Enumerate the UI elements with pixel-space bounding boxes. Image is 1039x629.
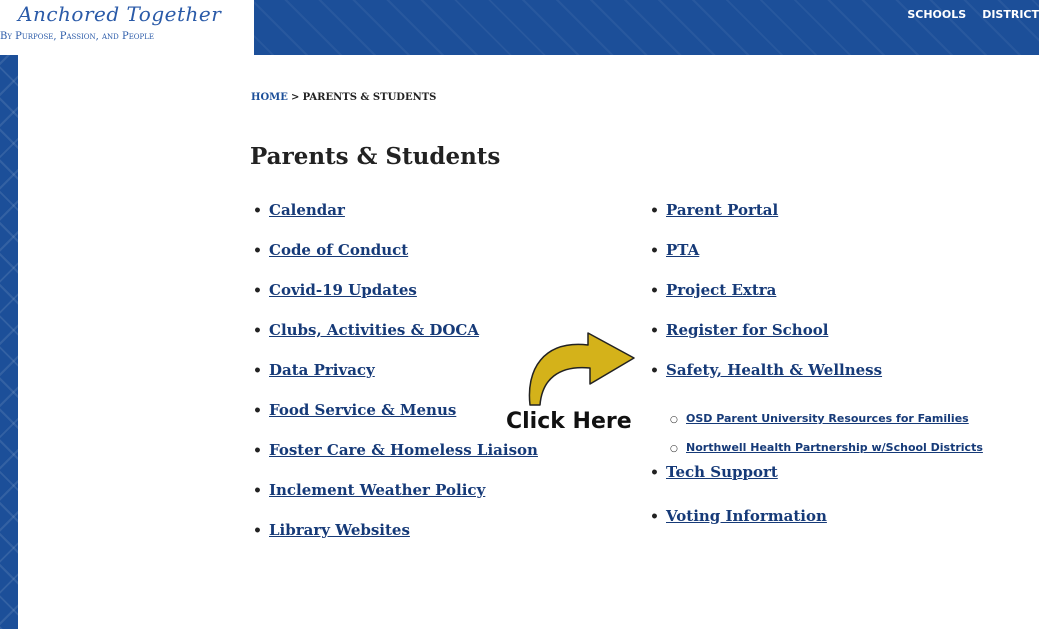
list-item: • Food Service & Menus — [253, 401, 457, 419]
link-covid-updates[interactable]: Covid-19 Updates — [269, 281, 417, 299]
link-osd-parent-university[interactable]: OSD Parent University Resources for Fami… — [686, 412, 969, 425]
logo-tagline: By Purpose, Passion, and People — [0, 31, 155, 42]
top-nav: SCHOOLS DISTRICT — [907, 8, 1039, 21]
link-code-of-conduct[interactable]: Code of Conduct — [269, 241, 408, 259]
nav-schools[interactable]: SCHOOLS — [907, 8, 966, 21]
link-voting-information[interactable]: Voting Information — [666, 507, 827, 525]
list-item: • Clubs, Activities & DOCA — [253, 321, 479, 339]
list-item: • Tech Support — [650, 463, 778, 481]
breadcrumb-separator: > — [291, 92, 300, 103]
list-item: • Covid-19 Updates — [253, 281, 417, 299]
sublist-item: ○ OSD Parent University Resources for Fam… — [670, 412, 969, 425]
link-tech-support[interactable]: Tech Support — [666, 463, 778, 481]
link-inclement-weather[interactable]: Inclement Weather Policy — [269, 481, 485, 499]
list-item: • Library Websites — [253, 521, 410, 539]
list-item: • Project Extra — [650, 281, 777, 299]
breadcrumb-home-link[interactable]: HOME — [251, 92, 288, 103]
main-content: HOME > PARENTS & STUDENTS Parents & Stud… — [18, 55, 1039, 629]
list-item: • Calendar — [253, 201, 345, 219]
link-northwell-health[interactable]: Northwell Health Partnership w/School Di… — [686, 441, 983, 454]
site-header: Anchored Together By Purpose, Passion, a… — [0, 0, 1039, 55]
list-item: • Parent Portal — [650, 201, 779, 219]
link-food-service[interactable]: Food Service & Menus — [269, 401, 456, 419]
site-logo[interactable]: Anchored Together By Purpose, Passion, a… — [0, 0, 254, 55]
link-library-websites[interactable]: Library Websites — [269, 521, 410, 539]
link-calendar[interactable]: Calendar — [269, 201, 345, 219]
breadcrumb-current: PARENTS & STUDENTS — [302, 92, 437, 103]
list-item: • Inclement Weather Policy — [253, 481, 486, 499]
arrow-shape — [528, 332, 635, 406]
logo-title: Anchored Together — [18, 2, 222, 26]
link-pta[interactable]: PTA — [666, 241, 699, 259]
page-title: Parents & Students — [250, 143, 501, 170]
list-item: • Code of Conduct — [253, 241, 409, 259]
list-item: • Data Privacy — [253, 361, 375, 379]
breadcrumb: HOME > PARENTS & STUDENTS — [251, 92, 436, 103]
list-item: • Safety, Health & Wellness — [650, 361, 883, 379]
link-clubs-activities[interactable]: Clubs, Activities & DOCA — [269, 321, 479, 339]
list-item: • Register for School — [650, 321, 829, 339]
list-item: • Foster Care & Homeless Liaison — [253, 441, 538, 459]
link-parent-portal[interactable]: Parent Portal — [666, 201, 778, 219]
list-item: • Voting Information — [650, 507, 827, 525]
click-here-label: Click Here — [506, 409, 632, 434]
link-register-for-school[interactable]: Register for School — [666, 321, 828, 339]
sublist-item: ○ Northwell Health Partnership w/School D… — [670, 441, 983, 454]
left-decorative-strip — [0, 0, 18, 629]
nav-district[interactable]: DISTRICT — [982, 8, 1039, 21]
link-data-privacy[interactable]: Data Privacy — [269, 361, 375, 379]
link-safety-health-wellness[interactable]: Safety, Health & Wellness — [666, 361, 882, 379]
list-item: • PTA — [650, 241, 700, 259]
curved-arrow-icon — [528, 332, 635, 406]
link-foster-care[interactable]: Foster Care & Homeless Liaison — [269, 441, 538, 459]
link-project-extra[interactable]: Project Extra — [666, 281, 776, 299]
